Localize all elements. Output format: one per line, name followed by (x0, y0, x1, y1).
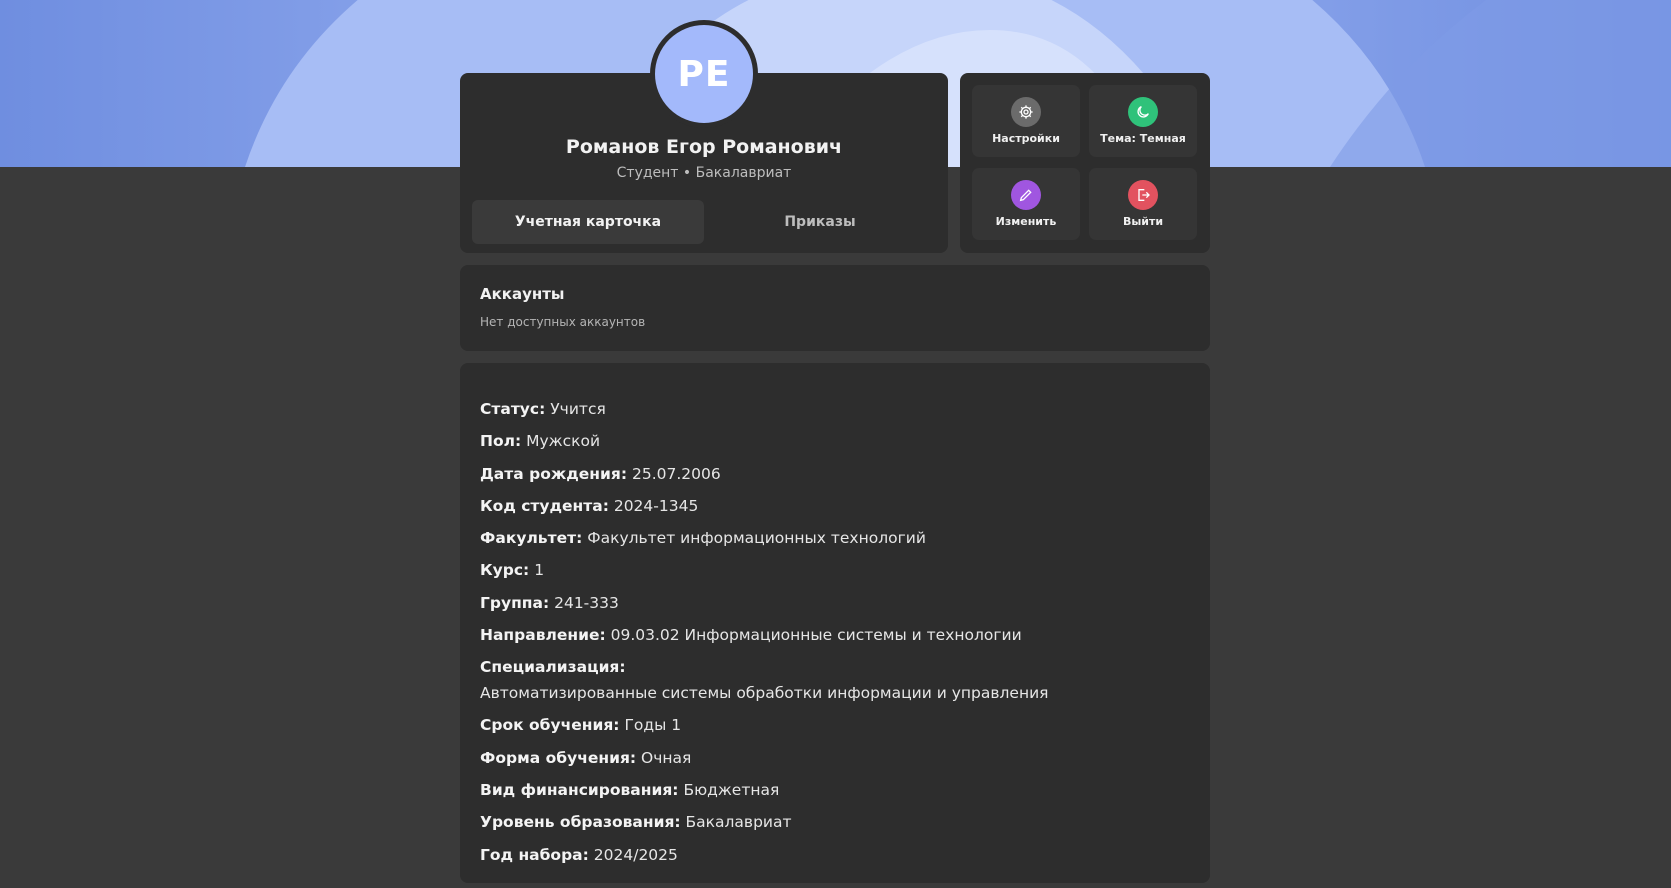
theme-label: Тема: Темная (1100, 132, 1186, 145)
info-key: Курс: (480, 561, 530, 580)
info-row-specialization: Специализация: Автоматизированные системы… (480, 651, 1200, 709)
accounts-empty-message: Нет доступных аккаунтов (480, 315, 646, 329)
settings-button[interactable]: Настройки (972, 85, 1080, 157)
pencil-icon (1011, 180, 1041, 210)
info-value: 2024/2025 (593, 845, 678, 864)
theme-toggle-button[interactable]: Тема: Темная (1089, 85, 1197, 157)
info-row-study-form: Форма обучения: Очная (480, 742, 1200, 774)
info-row-direction: Направление: 09.03.02 Информационные сис… (480, 619, 1200, 651)
info-key: Группа: (480, 593, 550, 612)
info-row-birthdate: Дата рождения: 25.07.2006 (480, 458, 1200, 490)
info-row-faculty: Факультет: Факультет информационных техн… (480, 522, 1200, 554)
info-value: Факультет информационных технологий (587, 529, 926, 548)
info-row-course: Курс: 1 (480, 554, 1200, 586)
info-key: Дата рождения: (480, 464, 628, 483)
info-value: Учится (550, 400, 606, 418)
info-value: Автоматизированные системы обработки инф… (480, 684, 1049, 703)
info-value: 09.03.02 Информационные системы и технол… (610, 626, 1022, 645)
info-value: Бюджетная (683, 780, 780, 799)
info-value: Годы 1 (624, 716, 682, 735)
edit-button[interactable]: Изменить (972, 168, 1080, 240)
tab-orders[interactable]: Приказы (704, 200, 936, 244)
settings-label: Настройки (992, 132, 1060, 145)
info-row-education-level: Уровень образования: Бакалавриат (480, 806, 1200, 838)
info-key: Год набора: (480, 845, 589, 864)
actions-card: Настройки Тема: Темная Изменить Выйти (960, 73, 1210, 253)
moon-icon (1128, 97, 1158, 127)
info-value: Мужской (526, 432, 601, 451)
info-key: Код студента: (480, 496, 609, 515)
edit-label: Изменить (995, 215, 1057, 228)
info-value: 25.07.2006 (631, 464, 721, 483)
student-info-list: Статус: Учится Пол: Мужской Дата рождени… (480, 393, 1200, 871)
accounts-card: Аккаунты Нет доступных аккаунтов (460, 265, 1210, 351)
info-key: Уровень образования: (480, 813, 681, 832)
profile-tabs: Учетная карточка Приказы (472, 200, 936, 244)
info-key: Форма обучения: (480, 748, 637, 767)
info-row-study-term: Срок обучения: Годы 1 (480, 709, 1200, 741)
student-info-card: Статус: Учится Пол: Мужской Дата рождени… (460, 363, 1210, 883)
student-role: Студент • Бакалавриат (616, 165, 792, 181)
info-value: Очная (641, 748, 692, 767)
info-key: Вид финансирования: (480, 780, 679, 799)
info-row-gender: Пол: Мужской (480, 425, 1200, 457)
tab-account-card[interactable]: Учетная карточка (472, 200, 704, 244)
logout-button[interactable]: Выйти (1089, 168, 1197, 240)
info-value: Бакалавриат (685, 813, 792, 832)
info-value: 241-333 (554, 593, 619, 612)
info-row-funding: Вид финансирования: Бюджетная (480, 774, 1200, 806)
info-value: 1 (534, 561, 545, 580)
info-key: Статус: (480, 400, 546, 418)
accounts-title: Аккаунты (480, 285, 565, 303)
avatar: РЕ (650, 20, 758, 128)
info-key: Пол: (480, 432, 522, 451)
student-name: Романов Егор Романович (565, 136, 843, 158)
info-key: Факультет: (480, 529, 583, 548)
gear-icon (1011, 97, 1041, 127)
info-row-student-code: Код студента: 2024-1345 (480, 490, 1200, 522)
info-row-enrollment-year: Год набора: 2024/2025 (480, 839, 1200, 871)
info-value: 2024-1345 (613, 496, 699, 515)
info-row-group: Группа: 241-333 (480, 587, 1200, 619)
logout-label: Выйти (1122, 215, 1164, 228)
info-row-status: Статус: Учится (480, 393, 1200, 425)
logout-icon (1128, 180, 1158, 210)
info-key: Направление: (480, 626, 606, 645)
info-key: Специализация: (480, 658, 626, 677)
info-key: Срок обучения: (480, 716, 620, 735)
